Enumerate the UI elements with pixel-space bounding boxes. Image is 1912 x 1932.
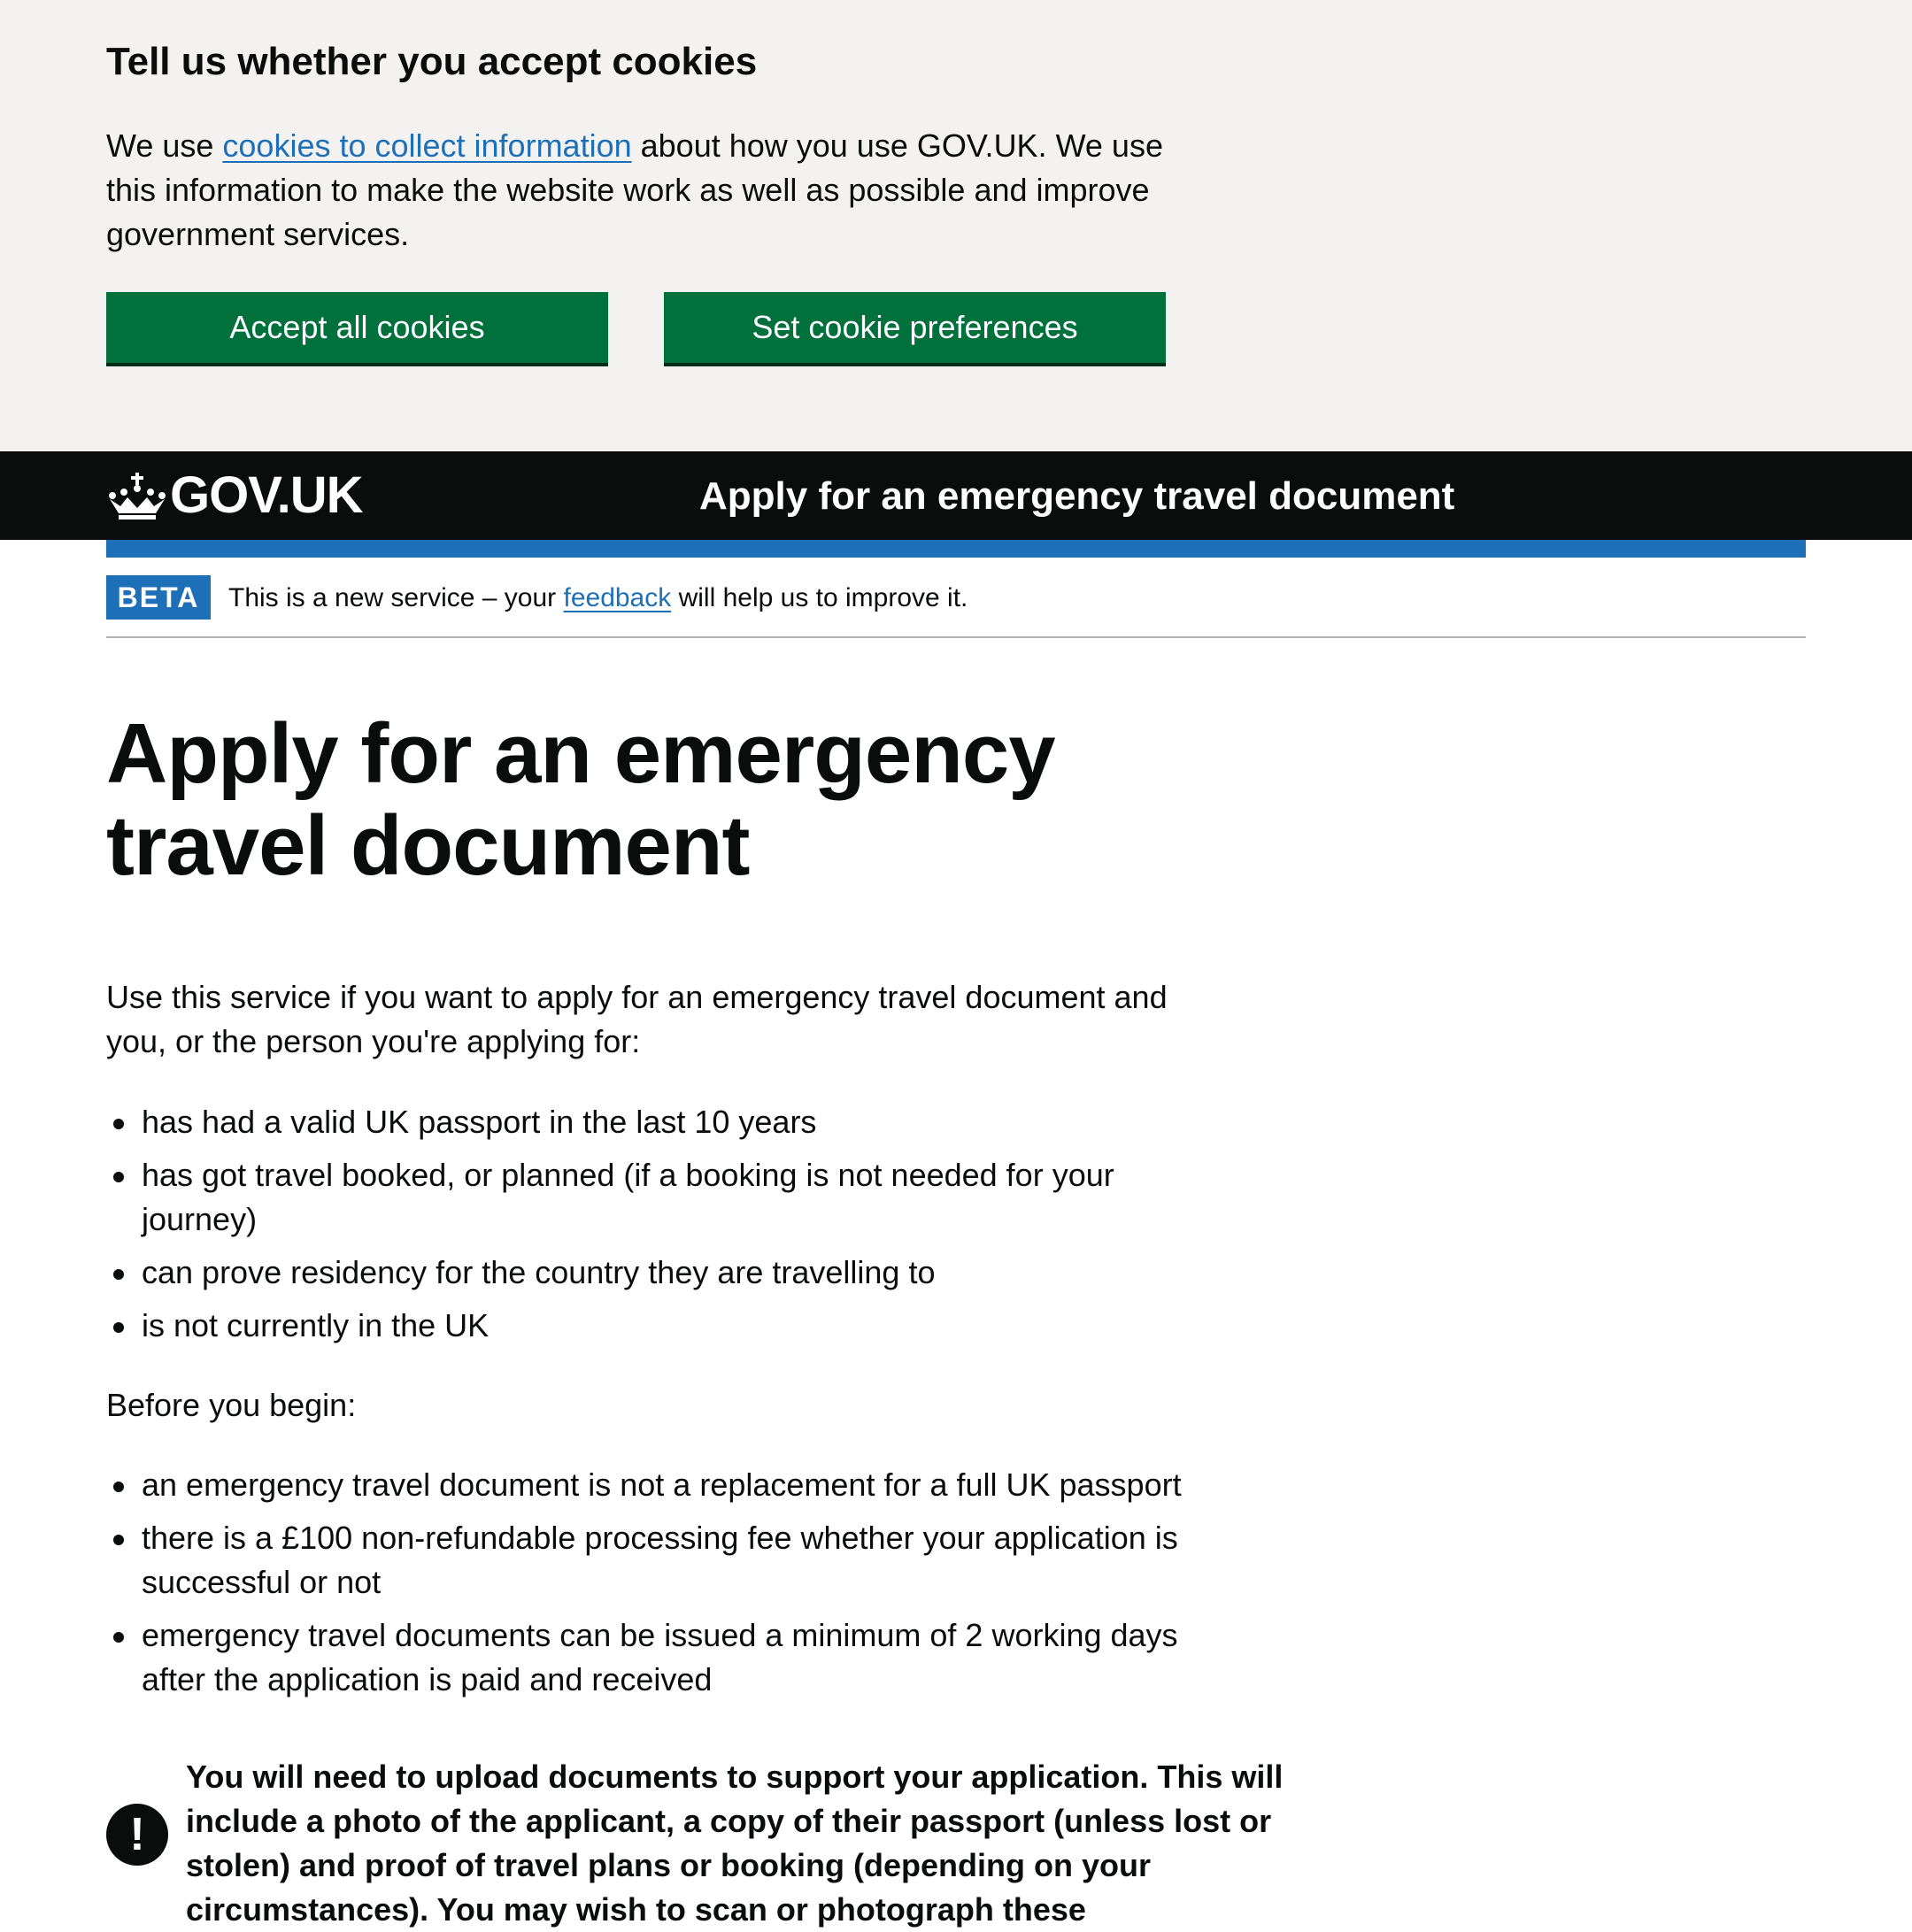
intro-paragraph: Use this service if you want to apply fo… bbox=[106, 979, 1168, 1059]
warning-text: You will need to upload documents to sup… bbox=[186, 1759, 1284, 1928]
govuk-header: GOV.UK Apply for an emergency travel doc… bbox=[0, 451, 1912, 540]
warning-icon: ! bbox=[106, 1804, 168, 1866]
before-you-begin-text: Before you begin: bbox=[106, 1387, 357, 1423]
cookie-text-start: We use bbox=[106, 127, 223, 164]
accept-cookies-button[interactable]: Accept all cookies bbox=[106, 292, 608, 363]
eligibility-list: has had a valid UK passport in the last … bbox=[106, 1100, 1222, 1357]
phase-banner: BETA This is a new service – your feedba… bbox=[106, 558, 1806, 638]
cookie-banner-heading: Tell us whether you accept cookies bbox=[106, 40, 758, 83]
feedback-link[interactable]: feedback bbox=[563, 583, 671, 612]
phase-banner-text: This is a new service – your feedback wi… bbox=[228, 581, 968, 616]
list-item: can prove residency for the country they… bbox=[106, 1251, 1222, 1295]
list-item: is not currently in the UK bbox=[106, 1304, 1222, 1348]
page-title: Apply for an emergency travel document bbox=[106, 706, 1056, 893]
before-you-begin-list: an emergency travel document is not a re… bbox=[106, 1463, 1222, 1711]
phase-text-start: This is a new service – your bbox=[228, 583, 564, 612]
cookie-banner: Tell us whether you accept cookies We us… bbox=[0, 0, 1912, 451]
service-name-link[interactable]: Apply for an emergency travel document bbox=[699, 473, 1454, 520]
govuk-logo-text: GOV.UK bbox=[170, 466, 363, 524]
cookies-info-link[interactable]: cookies to collect information bbox=[222, 127, 631, 164]
list-item: has got travel booked, or planned (if a … bbox=[106, 1153, 1222, 1242]
beta-tag: BETA bbox=[106, 575, 211, 620]
list-item: there is a £100 non-refundable processin… bbox=[106, 1516, 1222, 1605]
phase-text-end: will help us to improve it. bbox=[671, 583, 968, 612]
set-cookie-preferences-button[interactable]: Set cookie preferences bbox=[664, 292, 1166, 363]
header-blue-bar bbox=[106, 540, 1806, 558]
list-item: emergency travel documents can be issued… bbox=[106, 1613, 1222, 1702]
crown-icon bbox=[109, 473, 166, 520]
cookie-banner-text: We use cookies to collect information ab… bbox=[106, 124, 1204, 257]
list-item: an emergency travel document is not a re… bbox=[106, 1463, 1222, 1507]
govuk-logo-link[interactable]: GOV.UK bbox=[106, 466, 363, 524]
list-item: has had a valid UK passport in the last … bbox=[106, 1100, 1222, 1144]
